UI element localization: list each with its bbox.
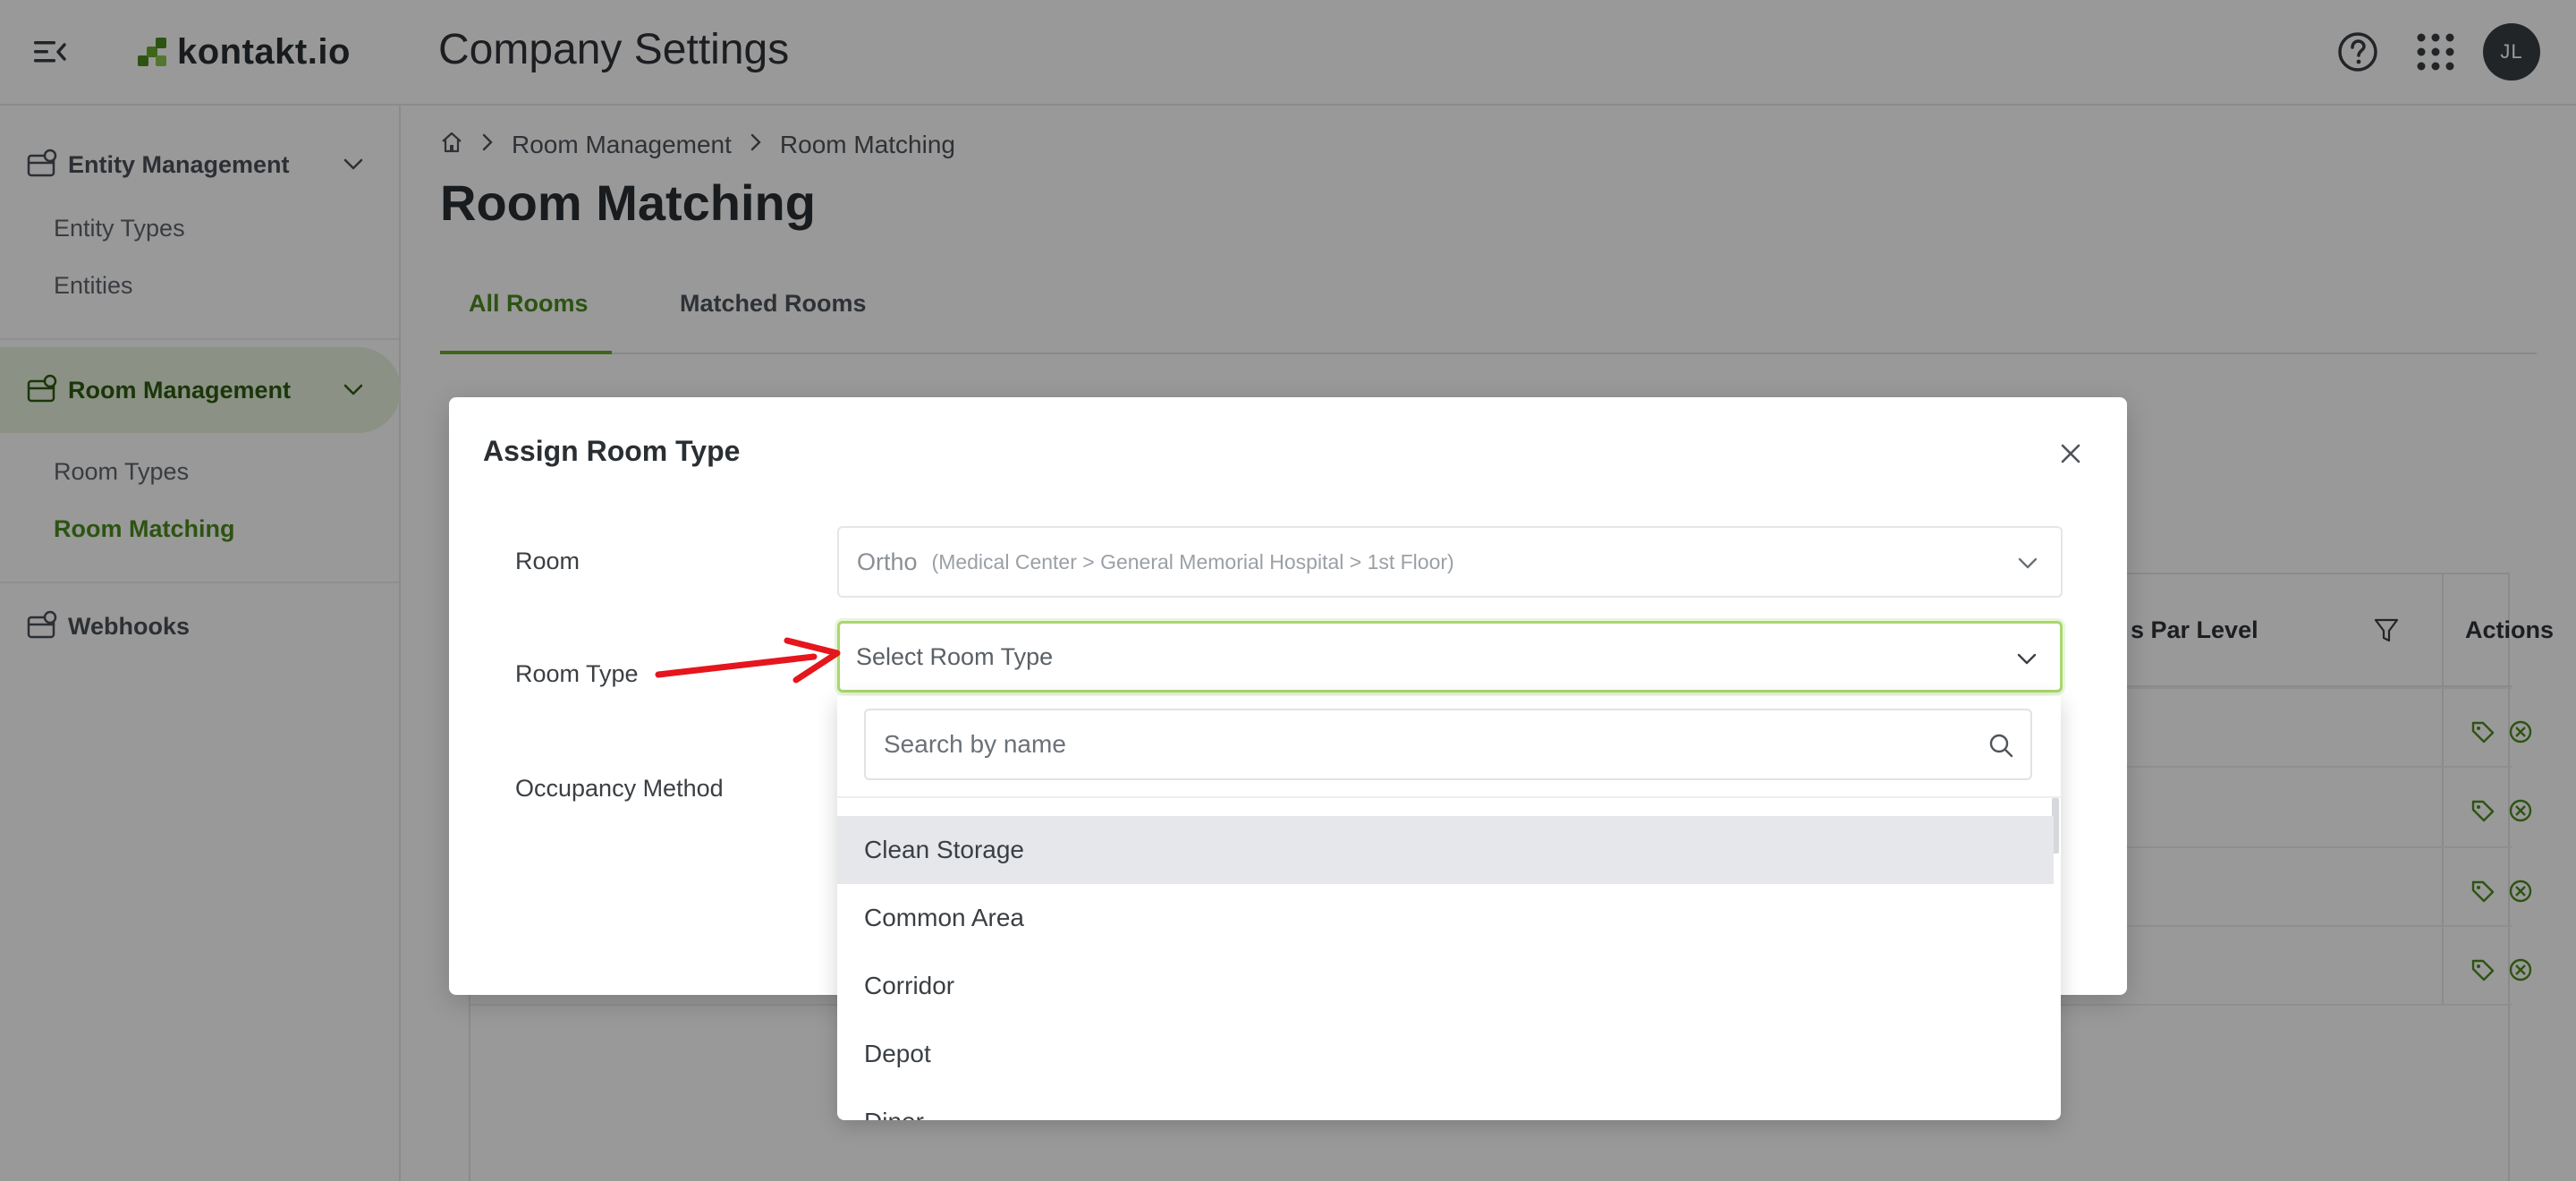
room-type-placeholder: Select Room Type xyxy=(856,642,1054,670)
dialog-title: Assign Room Type xyxy=(483,435,741,467)
room-type-dropdown: Clean Storage Common Area Corridor Depot… xyxy=(837,696,2061,1120)
annotation-arrow-icon xyxy=(653,635,843,689)
dropdown-option[interactable]: Clean Storage xyxy=(837,816,2054,884)
chevron-down-icon xyxy=(2014,549,2041,576)
close-icon[interactable] xyxy=(2055,438,2086,469)
dropdown-option[interactable]: Diner xyxy=(837,1088,2054,1120)
dropdown-option[interactable]: Corridor xyxy=(837,952,2054,1020)
room-label: Room xyxy=(515,548,580,574)
room-select[interactable]: Ortho (Medical Center > General Memorial… xyxy=(837,526,2063,598)
dropdown-option[interactable]: Depot xyxy=(837,1020,2054,1088)
room-type-select[interactable]: Select Room Type xyxy=(837,621,2063,692)
search-input[interactable] xyxy=(884,730,1957,759)
dropdown-options: Clean Storage Common Area Corridor Depot… xyxy=(837,816,2054,1120)
chevron-down-icon xyxy=(2013,645,2040,672)
occupancy-method-label: Occupancy Method xyxy=(515,775,724,802)
room-path: (Medical Center > General Memorial Hospi… xyxy=(931,549,1454,574)
dropdown-search xyxy=(864,709,2032,780)
dropdown-divider xyxy=(837,796,2061,798)
search-icon xyxy=(1987,732,2014,759)
room-value: Ortho xyxy=(857,548,918,575)
dropdown-option[interactable]: Common Area xyxy=(837,884,2054,952)
room-type-label: Room Type xyxy=(515,660,639,687)
